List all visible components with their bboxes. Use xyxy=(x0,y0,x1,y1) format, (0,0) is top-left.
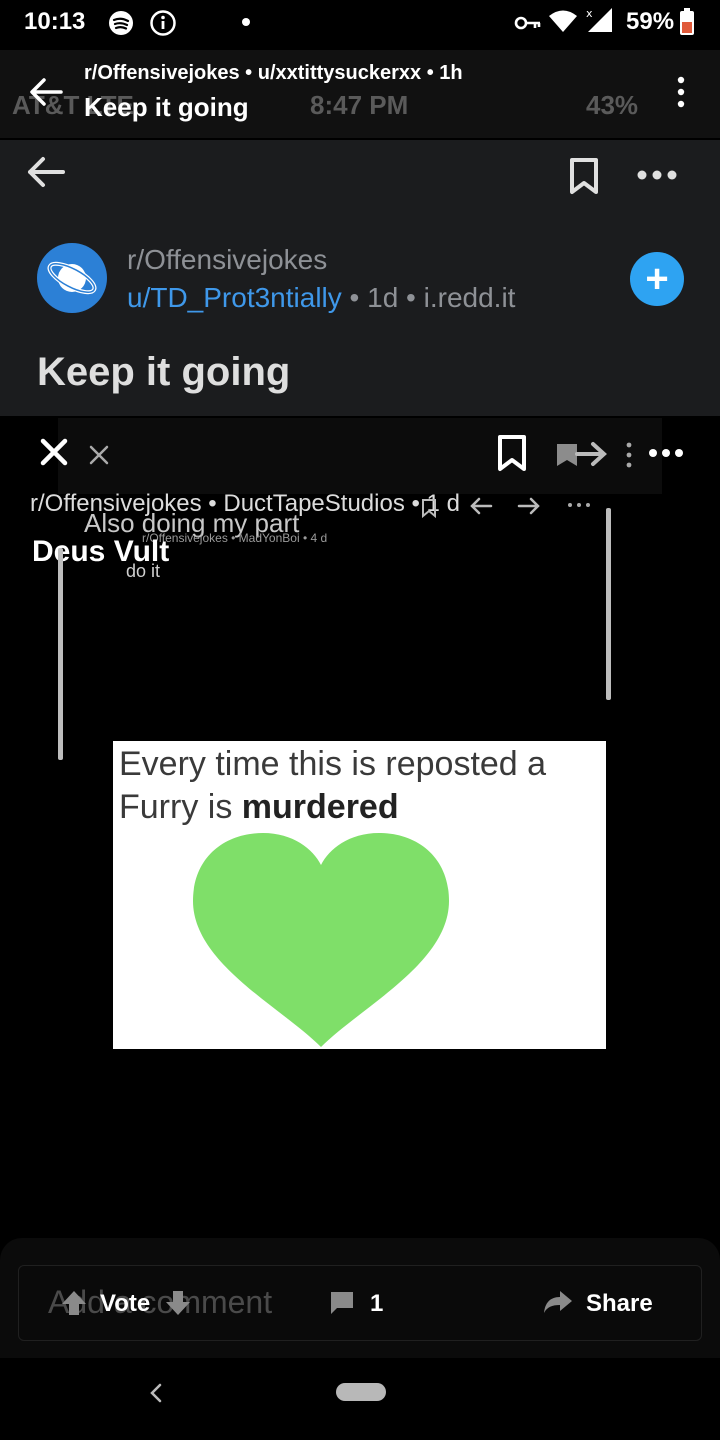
status-bar: 10:13 x 59% xyxy=(0,0,720,50)
do-it-title: do it xyxy=(126,561,161,581)
nested-forward-arrow-icon xyxy=(514,494,544,518)
vpn-key-icon xyxy=(514,12,542,34)
vote-label: Vote xyxy=(100,1290,151,1317)
meme-image: Every time this is reposted a Furry is m… xyxy=(113,741,606,1049)
nested-back-arrow-icon xyxy=(466,494,496,518)
spotify-icon xyxy=(108,10,134,36)
green-heart-icon xyxy=(193,833,449,1047)
nested-small-bookmark-icon xyxy=(418,496,440,520)
meme-line-2-bold: murdered xyxy=(241,787,399,826)
embedded-age: • 1d • xyxy=(341,282,424,313)
nested-more-vertical-icon xyxy=(622,440,636,470)
nested-ellipsis-icon xyxy=(562,498,596,512)
share-icon[interactable] xyxy=(540,1286,576,1318)
planet-icon xyxy=(47,261,97,295)
embedded-domain: i.redd.it xyxy=(423,282,516,313)
frame-edge-left xyxy=(58,548,63,760)
meme-line-2: Furry is murdered xyxy=(119,786,546,829)
status-time: 10:13 xyxy=(24,8,86,35)
nested-bookmark-icon xyxy=(494,432,530,474)
upvote-icon[interactable] xyxy=(58,1288,90,1318)
nested-more-icon xyxy=(646,444,686,462)
comment-icon[interactable] xyxy=(326,1288,358,1318)
embedded-more-icon xyxy=(634,160,680,190)
battery-icon xyxy=(678,8,696,36)
embedded-bookmark-icon xyxy=(564,154,604,198)
post-subtitle[interactable]: r/Offensivejokes • u/xxtittysuckerxx • 1… xyxy=(84,62,463,85)
meme-caption: Every time this is reposted a Furry is m… xyxy=(119,743,546,829)
dot-icon xyxy=(240,16,252,28)
comment-count[interactable]: 1 xyxy=(370,1290,383,1318)
meme-line-2-prefix: Furry is xyxy=(119,787,242,826)
signal-icon: x xyxy=(584,6,616,34)
more-vertical-icon[interactable] xyxy=(670,74,692,110)
wifi-icon xyxy=(548,8,578,34)
ghost-battery-text: 43% xyxy=(586,90,639,120)
post-title-toolbar: Keep it going xyxy=(84,92,249,122)
downvote-icon[interactable] xyxy=(162,1288,194,1318)
subreddit-avatar xyxy=(37,243,107,313)
share-button[interactable]: Share xyxy=(586,1290,653,1318)
meme-line-1: Every time this is reposted a xyxy=(119,745,547,783)
nested-close-icon xyxy=(36,434,72,470)
nested-share-arrow-icon xyxy=(552,436,610,472)
nav-home-pill[interactable] xyxy=(336,1383,386,1401)
svg-text:x: x xyxy=(586,7,593,20)
ghost-time-text: 8:47 PM xyxy=(310,90,409,120)
embedded-subreddit: r/Offensivejokes xyxy=(127,244,328,275)
embedded-join-plus-icon: + xyxy=(630,252,684,306)
back-arrow-icon[interactable] xyxy=(26,72,66,112)
embedded-post-title: Keep it going xyxy=(37,350,291,394)
frame-edge-right xyxy=(606,508,611,700)
embedded-back-arrow-icon xyxy=(22,152,68,192)
info-icon xyxy=(150,10,176,36)
embedded-username: u/TD_Prot3ntially xyxy=(127,282,342,313)
embedded-meta: u/TD_Prot3ntially • 1d • i.redd.it xyxy=(127,282,515,314)
nav-back-icon[interactable] xyxy=(140,1378,172,1408)
battery-percent: 59% xyxy=(626,8,675,35)
tiny-post-meta: r/Offensivejokes • MadYonBoi • 4 d xyxy=(142,531,328,545)
nested-close-small-icon xyxy=(84,440,114,470)
